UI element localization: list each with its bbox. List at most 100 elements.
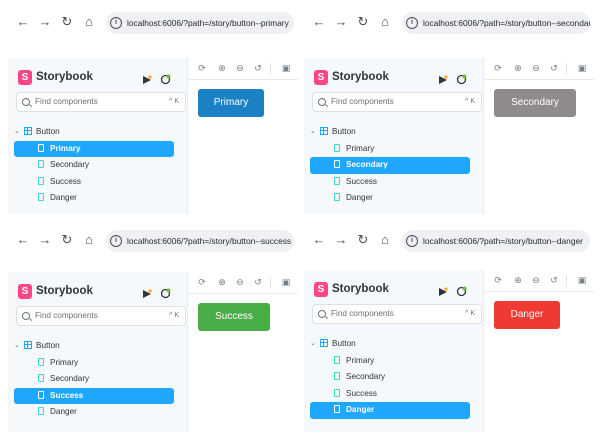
reload-icon[interactable]: ↻ (58, 231, 76, 249)
address-bar[interactable]: i localhost:6006/?path=/story/button--suc… (106, 230, 294, 252)
story-item-label: Danger (346, 193, 373, 202)
zoom-out-icon[interactable]: ⊖ (234, 62, 246, 74)
chevron-down-icon[interactable]: ⌄ (310, 124, 316, 141)
back-arrow-icon[interactable]: ← (14, 13, 32, 31)
app-title: Storybook (332, 71, 389, 83)
story-item-success[interactable]: Success (14, 174, 174, 191)
home-icon[interactable]: ⌂ (376, 13, 394, 31)
search-icon (318, 310, 326, 318)
story-item-secondary[interactable]: Secondary (14, 371, 174, 388)
home-icon[interactable]: ⌂ (80, 231, 98, 249)
layout-icon[interactable]: ▣ (280, 62, 292, 74)
story-item-danger[interactable]: Danger (14, 190, 174, 207)
forward-arrow-icon[interactable]: → (36, 13, 54, 31)
zoom-in-icon[interactable]: ⊕ (512, 274, 524, 286)
zoom-reset-icon[interactable]: ↺ (548, 274, 560, 286)
back-arrow-icon[interactable]: ← (310, 13, 328, 31)
zoom-in-icon[interactable]: ⊕ (216, 62, 228, 74)
story-item-success[interactable]: Success (14, 387, 174, 404)
back-arrow-icon[interactable]: ← (14, 231, 32, 249)
address-bar-url: localhost:6006/?path=/story/button--succ… (127, 236, 292, 246)
story-item-danger[interactable]: Danger (310, 190, 470, 207)
story-item-danger[interactable]: Danger (310, 402, 470, 419)
refresh-status-icon[interactable] (160, 286, 171, 299)
preview-toolbar: ⟳ ⊕ ⊖ ↺ ▣ (484, 58, 594, 80)
story-bookmark-icon (334, 176, 340, 185)
chevron-down-icon[interactable]: ⌄ (14, 338, 20, 355)
search-input[interactable]: Find components ^ K (16, 92, 186, 112)
reload-icon[interactable]: ↻ (354, 231, 372, 249)
zoom-reset-icon[interactable]: ↺ (548, 62, 560, 74)
address-bar[interactable]: i localhost:6006/?path=/story/button--dan… (402, 230, 590, 252)
zoom-out-icon[interactable]: ⊖ (234, 276, 246, 288)
story-item-primary[interactable]: Primary (310, 141, 470, 158)
sync-icon[interactable]: ⟳ (492, 62, 504, 74)
sync-icon[interactable]: ⟳ (196, 276, 208, 288)
story-button-primary[interactable]: Primary (198, 89, 264, 117)
play-icon[interactable] (438, 72, 448, 84)
tree-group-button[interactable]: ⌄ Button (304, 336, 484, 353)
layout-icon[interactable]: ▣ (280, 276, 292, 288)
search-input[interactable]: Find components ^ K (312, 92, 482, 112)
story-item-secondary[interactable]: Secondary (310, 369, 470, 386)
story-item-primary[interactable]: Primary (14, 140, 174, 157)
site-info-icon[interactable]: i (110, 16, 122, 29)
tree-group-button[interactable]: ⌄ Button (304, 124, 484, 141)
story-button-danger[interactable]: Danger (494, 301, 560, 329)
zoom-reset-icon[interactable]: ↺ (252, 276, 264, 288)
play-icon[interactable] (142, 286, 152, 298)
story-button-success[interactable]: Success (198, 303, 270, 331)
story-item-label: Secondary (346, 372, 386, 381)
sync-icon[interactable]: ⟳ (196, 62, 208, 74)
layout-icon[interactable]: ▣ (576, 274, 588, 286)
home-icon[interactable]: ⌂ (80, 13, 98, 31)
story-item-secondary[interactable]: Secondary (14, 157, 174, 174)
zoom-in-icon[interactable]: ⊕ (512, 62, 524, 74)
browser-toolbar: ← → ↻ ⌂ i localhost:6006/?path=/story/button-… (298, 218, 594, 264)
preview-canvas: Secondary (484, 81, 594, 214)
refresh-status-icon[interactable] (456, 284, 467, 297)
address-bar-url: localhost:6006/?path=/story/button--prim… (127, 18, 289, 28)
site-info-icon[interactable]: i (110, 234, 122, 247)
play-icon[interactable] (142, 72, 152, 84)
zoom-out-icon[interactable]: ⊖ (530, 274, 542, 286)
search-icon (22, 98, 30, 106)
layout-icon[interactable]: ▣ (576, 62, 588, 74)
story-item-success[interactable]: Success (310, 386, 470, 403)
search-input[interactable]: Find components ^ K (16, 306, 186, 326)
story-button-secondary[interactable]: Secondary (494, 89, 576, 117)
story-item-danger[interactable]: Danger (14, 404, 174, 421)
refresh-status-icon[interactable] (160, 72, 171, 85)
zoom-out-icon[interactable]: ⊖ (530, 62, 542, 74)
search-placeholder: Find components (35, 97, 98, 106)
chevron-down-icon[interactable]: ⌄ (310, 336, 316, 353)
story-bookmark-icon (38, 176, 44, 185)
address-bar[interactable]: i localhost:6006/?path=/story/button--sec… (402, 12, 590, 34)
story-item-primary[interactable]: Primary (14, 355, 174, 372)
home-icon[interactable]: ⌂ (376, 231, 394, 249)
refresh-status-icon[interactable] (456, 72, 467, 85)
address-bar[interactable]: i localhost:6006/?path=/story/button--pri… (106, 12, 294, 34)
storybook-logo-icon: S (314, 282, 328, 297)
play-icon[interactable] (438, 284, 448, 296)
story-item-primary[interactable]: Primary (310, 353, 470, 370)
forward-arrow-icon[interactable]: → (332, 13, 350, 31)
forward-arrow-icon[interactable]: → (36, 231, 54, 249)
reload-icon[interactable]: ↻ (58, 13, 76, 31)
forward-arrow-icon[interactable]: → (332, 231, 350, 249)
zoom-in-icon[interactable]: ⊕ (216, 276, 228, 288)
tree-group-button[interactable]: ⌄ Button (8, 338, 188, 355)
back-arrow-icon[interactable]: ← (310, 231, 328, 249)
chevron-down-icon[interactable]: ⌄ (14, 124, 20, 141)
zoom-reset-icon[interactable]: ↺ (252, 62, 264, 74)
site-info-icon[interactable]: i (406, 16, 418, 29)
story-item-success[interactable]: Success (310, 174, 470, 191)
tree-group-button[interactable]: ⌄ Button (8, 124, 188, 141)
sync-icon[interactable]: ⟳ (492, 274, 504, 286)
site-info-icon[interactable]: i (406, 234, 418, 247)
story-item-secondary[interactable]: Secondary (310, 157, 470, 174)
address-bar-url: localhost:6006/?path=/story/button--dang… (423, 236, 583, 246)
search-input[interactable]: Find components ^ K (312, 304, 482, 324)
reload-icon[interactable]: ↻ (354, 13, 372, 31)
story-bookmark-icon (334, 372, 340, 380)
